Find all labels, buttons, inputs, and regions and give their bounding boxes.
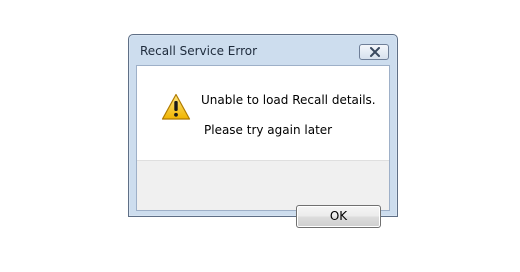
- warning-icon: [161, 93, 191, 120]
- error-dialog: Recall Service Error Unable to load Reca…: [128, 34, 398, 228]
- close-icon: [370, 47, 380, 57]
- dialog-titlebar[interactable]: Recall Service Error: [129, 35, 397, 65]
- ok-button[interactable]: OK: [296, 205, 381, 228]
- dialog-footer: OK: [137, 160, 389, 228]
- error-message: Unable to load Recall details.: [201, 93, 376, 107]
- dialog-body: Unable to load Recall details. Please tr…: [136, 65, 390, 228]
- dialog-title: Recall Service Error: [140, 44, 258, 58]
- close-button[interactable]: [359, 44, 389, 60]
- message-area: Unable to load Recall details. Please tr…: [137, 66, 389, 160]
- error-hint: Please try again later: [204, 123, 333, 137]
